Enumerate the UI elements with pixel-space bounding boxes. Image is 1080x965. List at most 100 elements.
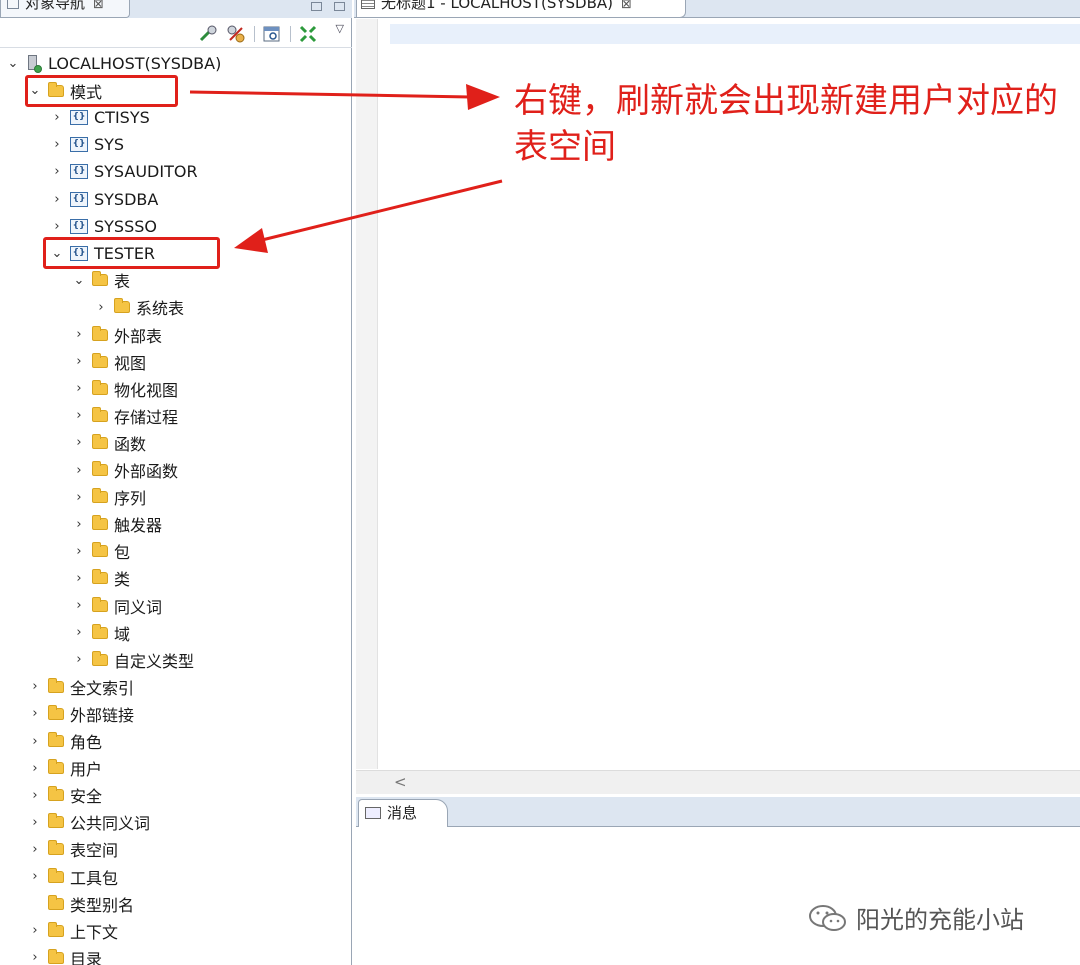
tree-item-schema[interactable]: › {} SYSSSO — [50, 213, 157, 240]
tree-item-label: 域 — [114, 624, 131, 644]
tab-untitled-query[interactable]: 无标题1 - LOCALHOST(SYSDBA) ⊠ — [356, 0, 686, 18]
tree-item-folder[interactable]: › 外部链接 — [28, 700, 134, 727]
tree-item-folder[interactable]: › 外部函数 — [72, 457, 178, 484]
chevron-right-icon[interactable]: › — [28, 842, 42, 857]
chevron-right-icon[interactable]: › — [72, 625, 86, 640]
schema-icon: {} — [70, 110, 88, 126]
disconnect-icon[interactable] — [226, 24, 246, 44]
tree-item-table-folder[interactable]: ⌄ 表 — [72, 267, 130, 294]
chevron-right-icon[interactable]: › — [50, 192, 64, 207]
chevron-down-icon[interactable]: ⌄ — [72, 273, 86, 288]
tree-item-system-table[interactable]: › 系统表 — [94, 294, 184, 321]
chevron-right-icon[interactable]: › — [94, 300, 108, 315]
tree-item-label: SYS — [94, 135, 125, 155]
collapse-all-icon[interactable] — [298, 24, 318, 44]
chevron-right-icon[interactable]: › — [28, 734, 42, 749]
tree-item-folder[interactable]: › 用户 — [28, 755, 102, 782]
tab-messages[interactable]: 消息 — [358, 799, 448, 827]
chevron-right-icon[interactable]: › — [28, 788, 42, 803]
tree-item-folder[interactable]: › 工具包 — [28, 863, 118, 890]
toolbar-separator — [254, 26, 255, 42]
tree-item-label: 表空间 — [70, 841, 119, 861]
tree-item-folder[interactable]: › 目录 — [28, 944, 102, 965]
close-icon[interactable]: ⊠ — [93, 0, 104, 12]
tree-item-folder[interactable]: › 上下文 — [28, 917, 118, 944]
tree-item-label: CTISYS — [94, 108, 150, 128]
chevron-right-icon[interactable]: › — [28, 815, 42, 830]
chevron-right-icon[interactable]: › — [72, 354, 86, 369]
tree-item-folder[interactable]: › 域 — [72, 619, 130, 646]
chevron-right-icon[interactable]: › — [28, 923, 42, 938]
folder-icon — [92, 542, 108, 558]
chevron-right-icon[interactable]: › — [72, 571, 86, 586]
folder-icon — [92, 271, 108, 287]
tree-item-folder[interactable]: › 视图 — [72, 348, 146, 375]
tree-item-schema[interactable]: › {} SYSAUDITOR — [50, 158, 197, 185]
chevron-right-icon[interactable]: › — [28, 950, 42, 965]
chevron-right-icon[interactable]: › — [72, 381, 86, 396]
tree-item-folder[interactable]: › 序列 — [72, 484, 146, 511]
editor-tab-label: 无标题1 - LOCALHOST(SYSDBA) — [381, 0, 613, 12]
tree-item-label: 外部表 — [114, 326, 163, 346]
chevron-right-icon[interactable]: › — [72, 408, 86, 423]
chevron-right-icon[interactable]: › — [72, 490, 86, 505]
folder-icon — [48, 813, 64, 829]
tree-item-folder[interactable]: › 公共同义词 — [28, 809, 150, 836]
folder-icon — [48, 921, 64, 937]
chevron-right-icon[interactable]: › — [50, 164, 64, 179]
tab-object-navigator[interactable]: 对象导航 ⊠ — [0, 0, 130, 18]
horizontal-scrollbar[interactable]: < — [356, 770, 1080, 794]
chevron-right-icon[interactable]: › — [28, 761, 42, 776]
new-query-icon[interactable] — [262, 24, 282, 44]
close-icon[interactable]: ⊠ — [621, 0, 632, 12]
chevron-down-icon[interactable]: ⌄ — [6, 56, 20, 71]
tree-item-folder[interactable]: › 包 — [72, 538, 130, 565]
chevron-right-icon[interactable]: › — [28, 706, 42, 721]
watermark-text: 阳光的充能小站 — [856, 906, 1024, 934]
chevron-right-icon[interactable]: › — [28, 869, 42, 884]
folder-icon — [92, 515, 108, 531]
connect-icon[interactable] — [198, 24, 218, 44]
chevron-right-icon[interactable]: › — [50, 219, 64, 234]
view-menu-icon[interactable]: ▽ — [336, 22, 344, 35]
tree-item-label: 外部链接 — [70, 705, 135, 725]
tree-item-folder[interactable]: › 角色 — [28, 728, 102, 755]
sql-document-icon — [361, 0, 375, 9]
tree-item-folder[interactable]: › 安全 — [28, 782, 102, 809]
tree-item-folder[interactable]: › 同义词 — [72, 592, 162, 619]
tree-item-schema[interactable]: › {} SYS — [50, 131, 124, 158]
tab-messages-label: 消息 — [387, 804, 418, 822]
tree-item-folder[interactable]: › 表空间 — [28, 836, 118, 863]
chevron-right-icon[interactable]: › — [72, 652, 86, 667]
schema-icon: {} — [70, 218, 88, 234]
chevron-right-icon[interactable]: › — [72, 517, 86, 532]
tree-item-schema[interactable]: › {} CTISYS — [50, 104, 150, 131]
tree-item-folder[interactable]: › 存储过程 — [72, 402, 178, 429]
tree-item-folder[interactable]: › 自定义类型 — [72, 646, 194, 673]
tree-item-server[interactable]: ⌄ LOCALHOST(SYSDBA) — [6, 50, 222, 77]
tree-item-folder[interactable]: › 函数 — [72, 429, 146, 456]
navigator-toolbar: ▽ — [0, 18, 352, 48]
chevron-right-icon[interactable]: › — [72, 598, 86, 613]
chevron-right-icon[interactable]: › — [50, 137, 64, 152]
chevron-right-icon[interactable]: › — [28, 679, 42, 694]
tree-item-folder[interactable]: › 物化视图 — [72, 375, 178, 402]
chevron-right-icon[interactable]: › — [72, 435, 86, 450]
chevron-right-icon[interactable]: › — [72, 327, 86, 342]
tree-item-folder[interactable]: › 全文索引 — [28, 673, 134, 700]
panel-window-buttons — [299, 0, 345, 14]
chevron-right-icon[interactable]: › — [50, 110, 64, 125]
tree-item-folder[interactable]: › 外部表 — [72, 321, 162, 348]
chevron-right-icon[interactable]: › — [72, 463, 86, 478]
folder-icon — [48, 704, 64, 720]
tree-item-folder[interactable]: › 触发器 — [72, 511, 162, 538]
tree-item-label: 外部函数 — [114, 462, 179, 481]
minimize-icon[interactable] — [311, 2, 322, 11]
folder-icon — [92, 433, 108, 449]
tree-item-folder[interactable]: ›类型别名 — [28, 890, 134, 917]
chevron-right-icon[interactable]: › — [72, 544, 86, 559]
tree-item-schema[interactable]: › {} SYSDBA — [50, 186, 158, 213]
scroll-left-icon[interactable]: < — [394, 773, 407, 791]
tree-item-folder[interactable]: › 类 — [72, 565, 130, 592]
maximize-icon[interactable] — [334, 2, 345, 11]
